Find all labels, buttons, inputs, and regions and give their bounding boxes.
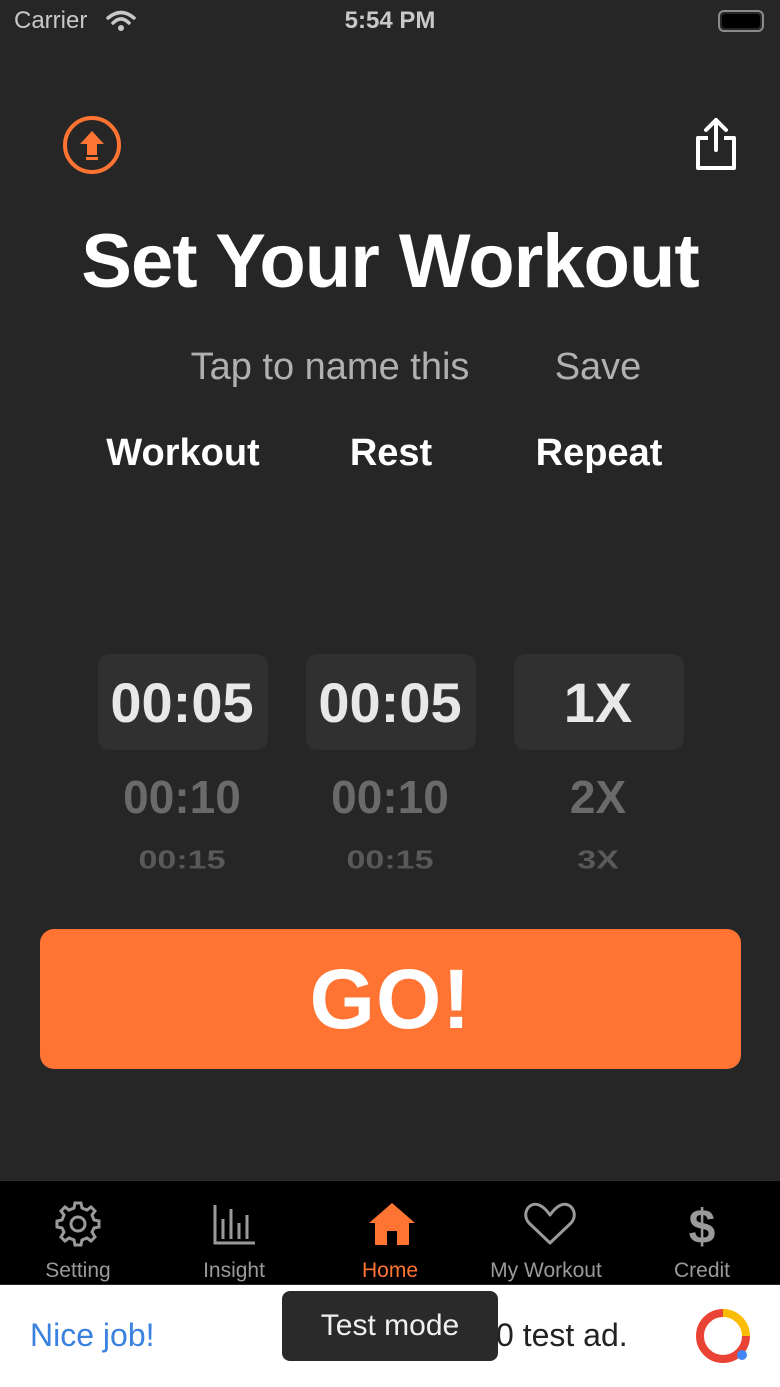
- tab-bar: Setting Insight Home My Workout $ Credit: [0, 1180, 780, 1284]
- page-title: Set Your Workout: [81, 219, 699, 304]
- rest-duration-picker[interactable]: 00:05 00:10 00:15: [304, 654, 476, 894]
- heart-icon: [524, 1202, 576, 1245]
- go-button[interactable]: GO!: [40, 929, 741, 1069]
- tab-label: My Workout: [490, 1259, 602, 1282]
- bar-chart-icon: [213, 1205, 255, 1245]
- tab-insight[interactable]: Insight: [156, 1181, 312, 1285]
- tab-my-workout[interactable]: My Workout: [468, 1181, 624, 1285]
- tab-label: Credit: [673, 1259, 731, 1282]
- tab-label: Home: [361, 1259, 419, 1282]
- workout-column-header: Workout: [106, 432, 260, 474]
- picker-option[interactable]: 1X: [512, 670, 684, 735]
- workout-duration-picker[interactable]: 00:05 00:10 00:15: [96, 654, 268, 894]
- repeat-column-header: Repeat: [535, 432, 663, 474]
- tab-label: Setting: [45, 1259, 111, 1282]
- status-bar: Carrier 5:54 PM: [0, 0, 780, 44]
- status-time: 5:54 PM: [344, 7, 436, 34]
- tab-label: Insight: [203, 1259, 265, 1282]
- picker-option[interactable]: 2X: [512, 770, 684, 824]
- picker-option[interactable]: 00:10: [96, 770, 268, 824]
- admob-logo-icon: [696, 1309, 750, 1363]
- picker-fade: [304, 864, 476, 894]
- save-button[interactable]: Save: [540, 346, 656, 389]
- ad-headline[interactable]: Nice job!: [30, 1317, 155, 1354]
- dollar-icon: $: [689, 1201, 716, 1249]
- picker-fade: [512, 864, 684, 894]
- workout-name-field[interactable]: Tap to name this: [160, 346, 500, 389]
- picker-option[interactable]: 00:05: [304, 670, 476, 735]
- picker-fade: [96, 864, 268, 894]
- home-icon: [369, 1203, 415, 1245]
- battery-icon: [718, 10, 764, 32]
- gear-icon: [55, 1201, 101, 1247]
- tab-home[interactable]: Home: [312, 1181, 468, 1285]
- rest-column-header: Rest: [349, 432, 433, 474]
- upload-arrow-circle-icon[interactable]: [62, 115, 122, 175]
- svg-text:$: $: [689, 1201, 716, 1249]
- repeat-count-picker[interactable]: 1X 2X 3X: [512, 654, 684, 894]
- picker-option[interactable]: 00:10: [304, 770, 476, 824]
- test-mode-toast: Test mode: [282, 1291, 498, 1361]
- picker-option[interactable]: 00:05: [96, 670, 268, 735]
- tab-credit[interactable]: $ Credit: [624, 1181, 780, 1285]
- tab-setting[interactable]: Setting: [0, 1181, 156, 1285]
- share-icon[interactable]: [692, 116, 740, 172]
